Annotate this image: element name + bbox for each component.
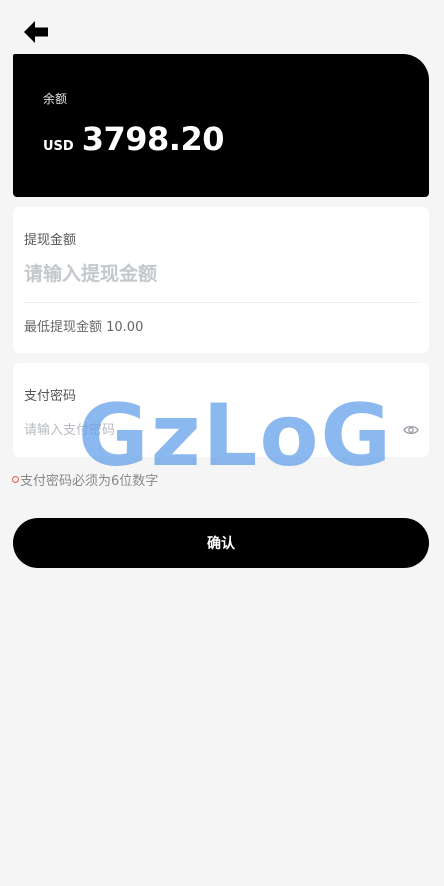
withdraw-amount-label: 提现金额: [24, 233, 77, 248]
payment-password-label: 支付密码: [24, 389, 77, 404]
balance-card: 余额 USD 3798.20: [13, 54, 429, 197]
arrow-left-icon: [24, 21, 48, 43]
payment-password-input[interactable]: [24, 419, 384, 441]
balance-label: 余额: [43, 92, 68, 106]
error-dot-icon: [12, 476, 19, 483]
eye-icon[interactable]: [403, 422, 419, 438]
min-withdraw-text: 最低提现金额 10.00: [24, 320, 144, 335]
balance-currency: USD: [43, 139, 74, 154]
divider: [24, 302, 419, 303]
withdraw-amount-input[interactable]: [24, 259, 419, 289]
withdraw-page: 余额 USD 3798.20 提现金额 最低提现金额 10.00 支付密码 支付…: [0, 0, 444, 886]
withdraw-amount-card: 提现金额 最低提现金额 10.00: [13, 207, 429, 353]
back-button[interactable]: [22, 19, 50, 45]
password-error-text: 支付密码必须为6位数字: [20, 474, 159, 489]
password-error: 支付密码必须为6位数字: [12, 470, 158, 489]
confirm-button[interactable]: 确认: [13, 518, 429, 568]
payment-password-card: 支付密码: [13, 363, 429, 457]
balance-amount: 3798.20: [81, 120, 225, 158]
balance-row: USD 3798.20: [43, 120, 224, 158]
